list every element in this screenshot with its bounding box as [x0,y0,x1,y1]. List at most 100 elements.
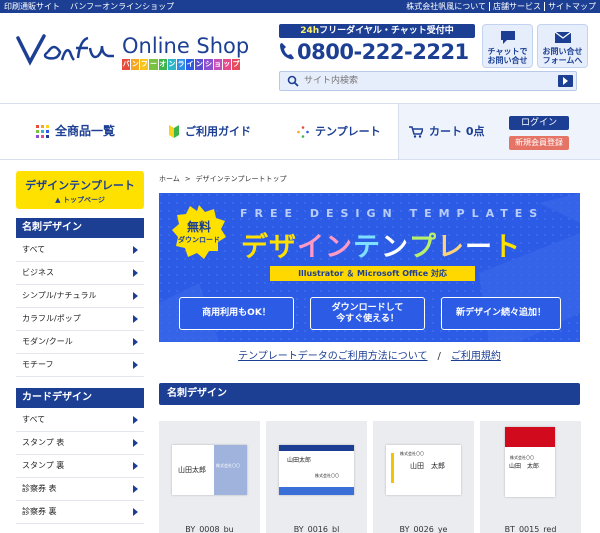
terms-of-use-link[interactable]: ご利用規約 [451,351,501,362]
design-template-top-button[interactable]: デザインテンプレート ▲ トップページ [16,171,144,209]
design-template-top-subtitle: ▲ トップページ [16,193,144,205]
hero-download-now-badge: ダウンロードして 今すぐ使える！ [310,297,425,330]
badge-download-text: ダウンロード [178,235,220,244]
nav-guide[interactable]: ご利用ガイド [169,104,251,159]
card-name: 山田 太郎 [509,463,540,470]
template-card[interactable]: 株式会社〇〇 山田 太郎 BY_0026_ye [373,421,474,533]
badge-free-text: 無料 [187,219,211,234]
sidebar-item-patient-card-front[interactable]: 診察券 表 [16,478,144,501]
card-code: BT_0015_red [504,525,557,533]
template-card[interactable]: 山田太郎 株式会社〇〇 BY_0016_bl [266,421,367,533]
sidebar-item-business[interactable]: ビジネス [16,262,144,285]
shop-subtitle-char: フ [140,59,149,70]
hero-title-char: ト [493,232,521,263]
sidebar-item-stamp-back[interactable]: スタンプ 裏 [16,455,144,478]
sidebar-list-card-design: すべて スタンプ 表 スタンプ 裏 診察券 表 診察券 裏 [16,409,144,524]
site-search [279,71,577,91]
search-input[interactable] [304,74,552,88]
cart-count-label: カート 0点 [429,125,485,138]
home-icon: ▲ [55,196,61,204]
template-usage-link[interactable]: テンプレートデータのご利用方法について [238,351,427,362]
shop-subtitle-char: ー [149,59,158,70]
login-button[interactable]: ログイン [509,116,569,130]
nav-all-products[interactable]: 全商品一覧 [36,104,115,159]
nav-template-label: テンプレート [315,125,381,138]
card-accent [279,487,354,495]
hero-title-char: プ [409,232,437,263]
shop-subtitle-char: イ [186,59,195,70]
form-contact-button[interactable]: お問い合せ フォームへ [537,24,588,68]
cart-icon [409,126,423,138]
card-name: 山田太郎 [287,457,312,464]
card-company: 株式会社〇〇 [315,473,339,478]
sidebar-item-card-all[interactable]: すべて [16,409,144,432]
shop-subtitle-char: ッ [222,59,231,70]
top-bar-links: 株式会社帆風について 店舗サービス サイトマップ [400,0,596,13]
card-accent [391,453,394,483]
hero-commercial-use-badge: 商用利用もOK！ [179,297,294,330]
phone-icon [280,43,294,60]
phone-number-text: 0800-222-2221 [297,40,469,64]
card-thumbnail: 山田太郎 株式会社〇〇 [279,445,354,495]
sidebar-heading-business-card: 名刺デザイン [16,218,144,238]
cart-area: カート 0点 ログイン 新規会員登録 [398,104,600,159]
design-template-top-title: デザインテンプレート [25,179,135,192]
hero-free-design-templates: FREE DESIGN TEMPLATES [240,207,545,220]
search-icon [287,75,299,87]
beginner-mark-icon [169,125,179,138]
template-links: テンプレートデータのご利用方法について / ご利用規約 [159,347,580,362]
template-card[interactable]: 株式会社〇〇 山田 太郎 BT_0015_red [480,421,581,533]
template-card[interactable]: 山田太郎 株式会社〇〇 BY_0008_bu [159,421,260,533]
card-thumbnail: 株式会社〇〇 山田 太郎 [386,445,461,495]
hero-title: デザインテンプレート [241,225,521,264]
chat-contact-button[interactable]: チャットで お問い合せ [482,24,533,68]
hero-title-char: ン [325,232,353,263]
hero-software-support: Illustrator ＆ Microsoft Office 対応 [270,266,475,281]
cart-link[interactable]: カート 0点 [409,104,484,159]
about-company-link[interactable]: 株式会社帆風について [403,2,486,11]
sidebar-item-motif[interactable]: モチーフ [16,354,144,377]
sidebar-list-business-card: すべて ビジネス シンプル/ナチュラル カラフル/ポップ モダン/クール モチー… [16,239,144,377]
sidebar-item-patient-card-back[interactable]: 診察券 裏 [16,501,144,524]
grid-icon [36,125,49,138]
card-code: BY_0008_bu [185,525,234,533]
shop-subtitle-char: プ [231,59,241,70]
card-code: BY_0016_bl [293,525,340,533]
phone-label-24h: 24h [300,26,320,36]
link-separator: / [437,351,441,362]
shop-subtitle-char: バ [122,59,131,70]
top-page-label: トップページ [62,196,105,204]
card-company: 株式会社〇〇 [216,463,240,468]
card-code: BY_0026_ye [399,525,448,533]
sitemap-link[interactable]: サイトマップ [544,2,596,11]
sidebar-item-all[interactable]: すべて [16,239,144,262]
breadcrumb-home[interactable]: ホーム [159,175,180,183]
shop-subtitle-char: オ [158,59,167,70]
sidebar-item-simple-natural[interactable]: シンプル/ナチュラル [16,285,144,308]
hero-title-char: テ [353,232,381,263]
sidebar-item-colorful-pop[interactable]: カラフル/ポップ [16,308,144,331]
hero-title-char: デ [241,232,269,263]
site-type-label: 印刷通販サイト [4,2,60,11]
sidebar-item-modern-cool[interactable]: モダン/クール [16,331,144,354]
card-accent [505,427,555,447]
sidebar-item-stamp-front[interactable]: スタンプ 表 [16,432,144,455]
chat-icon [501,31,515,44]
nav-template[interactable]: テンプレート [297,104,381,159]
hero-title-char: イ [297,232,325,263]
card-name: 山田太郎 [178,466,206,474]
main-nav: 全商品一覧 ご利用ガイド テンプレート カート 0点 ログイン 新規会員登録 [0,103,600,160]
register-button[interactable]: 新規会員登録 [509,136,569,150]
breadcrumb: ホーム > デザインテンプレートトップ [159,174,286,184]
mail-icon [554,31,572,43]
template-card-grid: 山田太郎 株式会社〇〇 BY_0008_bu 山田太郎 株式会社〇〇 BY_00… [159,421,581,533]
chat-button-label: チャットで お問い合せ [487,47,528,65]
store-service-link[interactable]: 店舗サービス [489,2,541,11]
vanfu-logo[interactable] [14,32,116,70]
search-submit-button[interactable] [558,75,573,87]
hero-banner[interactable]: 無料 ダウンロード FREE DESIGN TEMPLATES デザインテンプレ… [159,193,580,342]
top-bar-tagline: 印刷通販サイト バンフーオンラインショップ [4,0,184,13]
top-bar: 印刷通販サイト バンフーオンラインショップ 株式会社帆風について 店舗サービス サイト… [0,0,600,13]
card-thumbnail: 山田太郎 株式会社〇〇 [172,445,247,495]
phone-number[interactable]: 0800-222-2221 [279,40,475,66]
